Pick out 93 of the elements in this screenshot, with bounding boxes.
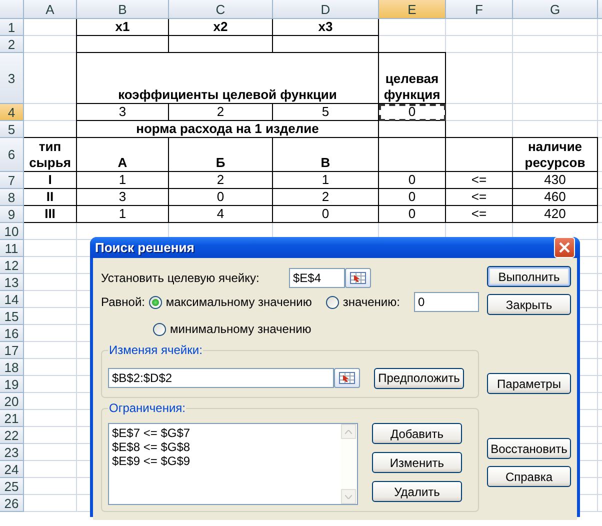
column-header[interactable]: G [513,0,598,19]
row-header[interactable]: 2 [0,36,24,53]
table-cell: 0 [169,189,273,206]
table-cell: 2 [169,104,273,121]
table-cell: x2 [169,19,273,36]
table-cell: А [77,138,169,172]
dialog-button[interactable]: Закрыть [487,294,571,315]
row-header[interactable]: 15 [0,308,24,325]
table-cell: тип сырья [24,137,77,172]
row-header[interactable]: 3 [0,53,24,104]
table-cell: 3 [76,104,169,121]
table-cell: наличие ресурсов [513,137,598,172]
table-cell: 3 [77,189,169,206]
table-cell: x3 [273,19,379,36]
table-cell: 2 [169,172,273,189]
row-header[interactable]: 20 [0,393,24,410]
table-cell: <= [446,172,513,189]
column-header[interactable]: F [446,0,513,19]
radio-label[interactable]: максимальному значению [166,295,312,309]
row-header[interactable]: 19 [0,376,24,393]
table-cell: Б [169,138,273,172]
row-header[interactable]: 1 [0,19,24,36]
table-cell: 420 [513,206,598,223]
table-cell: 4 [169,206,273,223]
row-header[interactable]: 7 [0,172,24,189]
table-cell: целевая функция [379,52,446,104]
row-header[interactable]: 4 [0,104,24,121]
row-header[interactable]: 10 [0,223,24,240]
row-header[interactable]: 25 [0,478,24,495]
table-cell: 0 [379,189,446,206]
dialog-title: Поиск решения [95,240,194,255]
table-cell: 2 [273,189,379,206]
table-cell: I [24,172,77,189]
row-header[interactable]: 14 [0,291,24,308]
table-cell: 1 [77,172,169,189]
column-header[interactable]: E [379,0,446,19]
list-item[interactable]: $E$8 <= $G$8 [112,440,338,454]
row-header[interactable]: 26 [0,495,24,512]
row-header[interactable]: 6 [0,138,24,172]
target-cell-field[interactable]: $E$4 [289,268,345,288]
row-header[interactable]: 13 [0,274,24,291]
radio-label[interactable]: значению: [342,295,400,309]
table-cell: II [24,189,77,206]
dialog-button[interactable]: Справка [487,466,571,487]
list-item[interactable]: $E$7 <= $G$7 [112,426,338,440]
table-cell: 430 [513,172,598,189]
row-header[interactable]: 12 [0,257,24,274]
table-cell: норма расхода на 1 изделие [76,121,379,138]
constraint-button[interactable]: Удалить [372,481,462,502]
table-cell: 460 [513,189,598,206]
row-header[interactable]: 21 [0,410,24,427]
row-header[interactable]: 24 [0,461,24,478]
table-cell: 1 [77,206,169,223]
table-cell: <= [446,189,513,206]
field-label: Равной: [101,295,146,309]
row-header[interactable]: 23 [0,444,24,461]
table-cell: <= [446,206,513,223]
row-header[interactable]: 22 [0,427,24,444]
row-header[interactable]: 8 [0,189,24,206]
group-label: Изменяя ячейки: [108,343,204,357]
value-field[interactable]: 0 [414,292,479,312]
table-cell: x1 [76,19,169,36]
changing-cells-field[interactable]: $B$2:$D$2 [108,368,334,388]
dialog-button[interactable]: Выполнить [487,266,571,287]
column-header[interactable]: D [273,0,379,19]
constraints-list[interactable]: $E$7 <= $G$7 $E$8 <= $G$8 $E$9 <= $G$9 [108,423,358,505]
table-cell: 0 [379,206,446,223]
table-cell: 0 [273,206,379,223]
table-cell: III [24,206,77,223]
radio-label[interactable]: минимальному значению [170,322,312,336]
field-label: Установить целевую ячейку: [101,271,260,285]
row-header[interactable]: 5 [0,121,24,138]
constraint-button[interactable]: Изменить [372,452,462,473]
row-header[interactable]: 17 [0,342,24,359]
table-cell: 5 [273,104,379,121]
row-header[interactable]: 9 [0,206,24,223]
column-header[interactable]: B [77,0,169,19]
constraint-button[interactable]: Добавить [372,423,462,444]
row-header[interactable]: 18 [0,359,24,376]
row-header[interactable]: 11 [0,240,24,257]
group-label: Ограничения: [108,401,186,415]
column-header[interactable]: C [169,0,273,19]
dialog-button[interactable]: Параметры [487,373,571,394]
table-cell: 0 [379,104,446,121]
row-header[interactable]: 16 [0,325,24,342]
column-header[interactable]: A [24,0,77,19]
table-cell: 1 [273,172,379,189]
table-cell: коэффициенты целевой функции [76,53,379,104]
dialog-button[interactable]: Восстановить [487,438,571,459]
guess-button[interactable]: Предположить [374,368,464,388]
table-cell: 0 [379,172,446,189]
table-cell: В [273,138,379,172]
list-item[interactable]: $E$9 <= $G$9 [112,454,338,468]
